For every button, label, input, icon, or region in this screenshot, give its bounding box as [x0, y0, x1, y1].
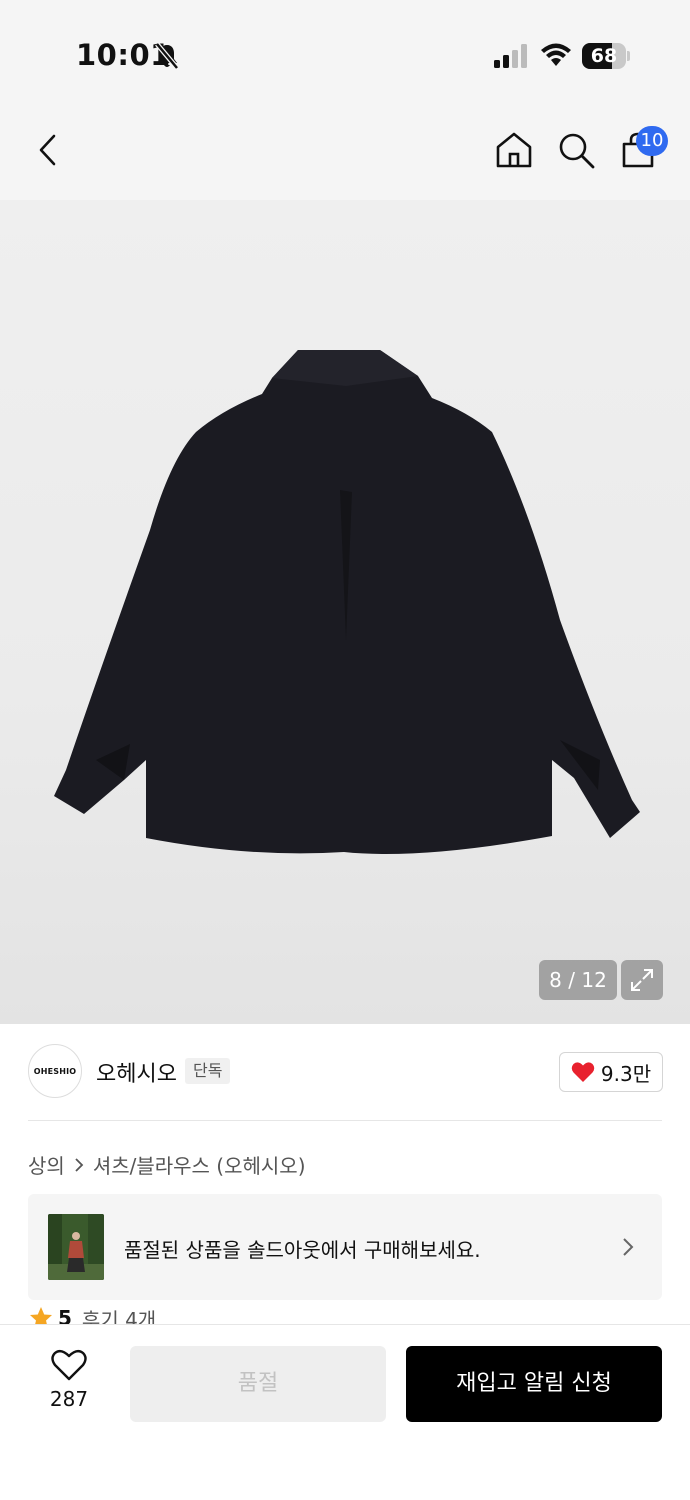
back-chevron-icon — [39, 134, 56, 166]
chevron-right-icon — [75, 1157, 84, 1172]
brand-logo-text: OHESHIO — [33, 1066, 77, 1076]
status-bar: 10:01 68 — [0, 0, 690, 100]
breadcrumb-subcategory[interactable]: 셔츠/블라우스 (오헤시오) — [93, 1150, 306, 1179]
home-button[interactable] — [492, 128, 536, 172]
exclusive-badge: 단독 — [185, 1058, 231, 1084]
wifi-icon — [541, 43, 571, 66]
heart-filled-icon — [571, 1062, 595, 1082]
soldout-banner[interactable]: 품절된 상품을 솔드아웃에서 구매해보세요. — [28, 1194, 662, 1300]
brand-like-button[interactable]: 9.3만 — [559, 1052, 663, 1092]
back-button[interactable] — [26, 128, 70, 172]
soldout-button: 품절 — [130, 1346, 386, 1422]
restock-alert-button[interactable]: 재입고 알림 신청 — [406, 1346, 662, 1422]
chevron-right-icon — [623, 1238, 634, 1256]
expand-icon — [631, 969, 653, 991]
expand-button[interactable] — [621, 960, 663, 1000]
brand-logo[interactable]: OHESHIO — [28, 1044, 82, 1098]
home-icon — [496, 132, 532, 168]
heart-outline-icon — [51, 1349, 87, 1381]
divider — [28, 1120, 662, 1121]
brand-like-count: 9.3만 — [600, 1061, 652, 1086]
soldout-thumbnail — [48, 1214, 104, 1280]
breadcrumb: 상의 셔츠/블라우스 (오헤시오) — [28, 1150, 306, 1179]
nav-header — [0, 100, 690, 200]
wishlist-button[interactable]: 287 — [34, 1349, 104, 1419]
search-icon — [559, 133, 595, 169]
cart-count-badge: 10 — [636, 126, 668, 156]
signal-icon — [494, 44, 527, 68]
breadcrumb-category[interactable]: 상의 — [28, 1150, 65, 1179]
wishlist-count: 287 — [49, 1387, 89, 1411]
product-gallery[interactable]: 8 / 12 — [0, 200, 690, 1024]
image-counter: 8 / 12 — [539, 960, 617, 1000]
bell-slash-icon — [155, 42, 179, 70]
bottom-action-bar: 287 품절 재입고 알림 신청 — [0, 1324, 690, 1500]
product-image — [54, 350, 640, 854]
search-button[interactable] — [554, 128, 598, 172]
soldout-banner-text: 품절된 상품을 솔드아웃에서 구매해보세요. — [124, 1238, 481, 1262]
product-info-panel: OHESHIO 오헤시오 단독 9.3만 상의 셔츠/블라우스 (오헤시오) 품… — [0, 1024, 690, 1332]
brand-name[interactable]: 오헤시오 — [96, 1056, 177, 1088]
battery-icon: 68 — [582, 43, 630, 69]
battery-percent: 68 — [590, 45, 618, 67]
